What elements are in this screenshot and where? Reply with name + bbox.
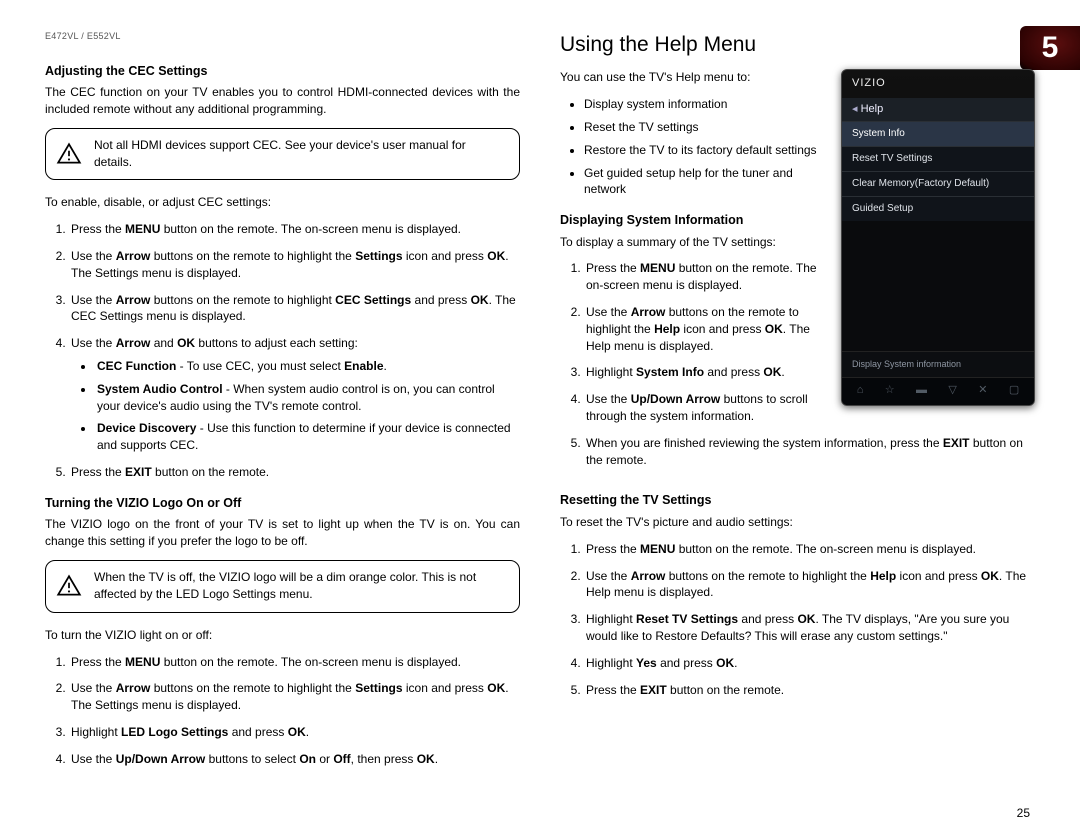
cec-sublist: CEC Function - To use CEC, you must sele… — [71, 358, 520, 454]
p-cec-enable: To enable, disable, or adjust CEC settin… — [45, 194, 520, 211]
page-number: 25 — [1017, 806, 1030, 820]
p-logo: The VIZIO logo on the front of your TV i… — [45, 516, 520, 550]
right-column: Using the Help Menu VIZIO Help System In… — [560, 30, 1035, 777]
list-item: Device Discovery - Use this function to … — [95, 420, 520, 454]
left-column: E472VL / E552VL Adjusting the CEC Settin… — [45, 30, 520, 777]
list-item: Use the Up/Down Arrow buttons to select … — [69, 751, 520, 768]
heading-help: Using the Help Menu — [560, 30, 1035, 59]
list-item: Highlight LED Logo Settings and press OK… — [69, 724, 520, 741]
tv-menu-item: Clear Memory(Factory Default) — [842, 171, 1034, 196]
list-item: Highlight Reset TV Settings and press OK… — [584, 611, 1035, 645]
tv-menu-item: Guided Setup — [842, 196, 1034, 221]
cec-steps: Press the MENU button on the remote. The… — [45, 221, 520, 481]
home-icon: ⌂ — [857, 383, 864, 398]
list-item: CEC Function - To use CEC, you must sele… — [95, 358, 520, 375]
model-line: E472VL / E552VL — [45, 30, 520, 43]
list-item: When you are finished reviewing the syst… — [584, 435, 1035, 469]
logo-steps: Press the MENU button on the remote. The… — [45, 654, 520, 768]
list-item: Press the MENU button on the remote. The… — [69, 654, 520, 671]
list-item: Use the Arrow and OK buttons to adjust e… — [69, 335, 520, 454]
list-item: Use the Arrow buttons on the remote to h… — [69, 292, 520, 326]
list-item: Press the EXIT button on the remote. — [584, 682, 1035, 699]
tv-empty-area — [842, 221, 1034, 351]
p-cec: The CEC function on your TV enables you … — [45, 84, 520, 118]
tv-screenshot: VIZIO Help System Info Reset TV Settings… — [841, 69, 1035, 406]
chapter-number: 5 — [1042, 31, 1059, 65]
note-logo-text: When the TV is off, the VIZIO logo will … — [94, 570, 476, 601]
heading-logo: Turning the VIZIO Logo On or Off — [45, 495, 520, 513]
list-item: System Audio Control - When system audio… — [95, 381, 520, 415]
tv-hint: Display System information — [842, 351, 1034, 377]
heading-reset: Resetting the TV Settings — [560, 492, 1035, 510]
list-item: Use the Arrow buttons on the remote to h… — [69, 248, 520, 282]
note-logo: When the TV is off, the VIZIO logo will … — [45, 560, 520, 613]
close-icon: ✕ — [978, 383, 987, 398]
list-item: Use the Arrow buttons on the remote to h… — [584, 568, 1035, 602]
down-triangle-icon: ▽ — [948, 383, 956, 398]
list-item: Use the Arrow buttons on the remote to h… — [69, 680, 520, 714]
heading-cec: Adjusting the CEC Settings — [45, 63, 520, 81]
tv-nav-bar: ⌂ ☆ ▬ ▽ ✕ ▢ — [842, 377, 1034, 405]
square-icon: ▢ — [1009, 383, 1019, 398]
reset-steps: Press the MENU button on the remote. The… — [560, 541, 1035, 699]
list-item: Press the MENU button on the remote. The… — [584, 541, 1035, 558]
tv-menu-item: Reset TV Settings — [842, 146, 1034, 171]
warning-icon — [56, 141, 82, 167]
warning-icon — [56, 573, 82, 599]
bar-icon: ▬ — [916, 383, 927, 398]
note-cec-text: Not all HDMI devices support CEC. See yo… — [94, 138, 466, 169]
p-reset: To reset the TV's picture and audio sett… — [560, 514, 1035, 531]
tv-brand: VIZIO — [842, 70, 1034, 97]
tv-menu-title: Help — [842, 98, 1034, 121]
tv-menu-item: System Info — [842, 121, 1034, 146]
note-cec: Not all HDMI devices support CEC. See yo… — [45, 128, 520, 181]
list-item: Press the MENU button on the remote. The… — [69, 221, 520, 238]
list-item: Highlight Yes and press OK. — [584, 655, 1035, 672]
list-item: Press the EXIT button on the remote. — [69, 464, 520, 481]
star-icon: ☆ — [885, 383, 895, 398]
p-logo-turn: To turn the VIZIO light on or off: — [45, 627, 520, 644]
